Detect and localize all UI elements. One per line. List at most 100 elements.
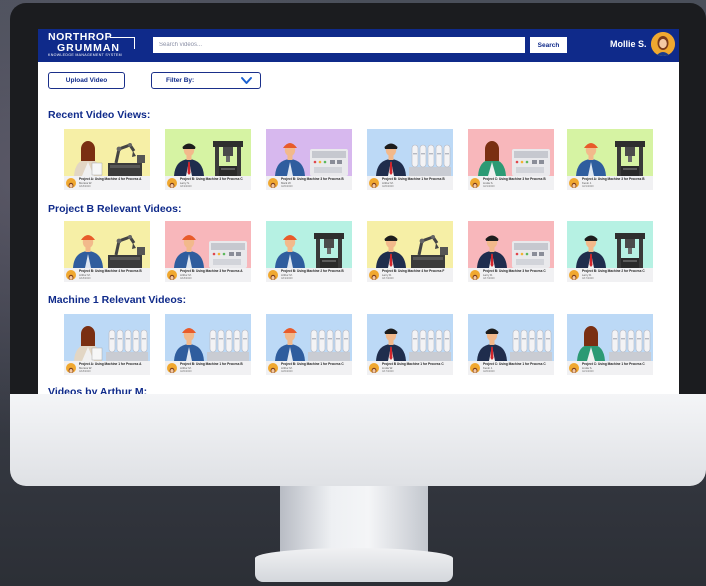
- video-meta: Project B: Using Machine 1 for Process C…: [266, 361, 352, 375]
- section-title-project-b: Project B Relevant Videos:: [48, 203, 182, 215]
- video-date: 4/19/2020: [180, 184, 192, 188]
- video-thumbnail[interactable]: [64, 221, 150, 268]
- video-thumbnail[interactable]: [567, 129, 653, 176]
- video-meta: Project C: Using Machine 1 for Process C…: [468, 361, 554, 375]
- logo-line-mark: [110, 37, 135, 49]
- video-meta: Project B: Using Machine 3 for Process A…: [165, 268, 251, 282]
- video-card[interactable]: Project B: Using Machine 2 for Process B…: [266, 221, 352, 291]
- author-avatar: [268, 178, 278, 188]
- video-card[interactable]: Project A: Using Machine 1 for Process A…: [64, 314, 150, 384]
- author-avatar: [268, 363, 278, 373]
- video-meta: Project B: Using Machine 3 for Process B…: [266, 176, 352, 190]
- video-thumbnail-illustration: [165, 314, 251, 361]
- video-thumbnail[interactable]: [468, 129, 554, 176]
- author-avatar: [167, 363, 177, 373]
- logo-subtitle: KNOWLEDGE MANAGEMENT SYSTEM: [48, 53, 122, 57]
- video-thumbnail[interactable]: [367, 314, 453, 361]
- video-card[interactable]: Project B: Using Machine 4 for Process B…: [64, 221, 150, 291]
- video-meta: Project B: Using Machine 3 for Process C…: [468, 268, 554, 282]
- video-thumbnail-illustration: [468, 221, 554, 268]
- filter-dropdown[interactable]: Filter By:: [151, 72, 261, 89]
- video-thumbnail-illustration: [266, 221, 352, 268]
- video-thumbnail[interactable]: [266, 129, 352, 176]
- video-meta: Project B: Using Machine 1 for Process B…: [367, 176, 453, 190]
- video-meta: Project C: Using Machine 3 for Process B…: [468, 176, 554, 190]
- video-date: 4/17/2020: [382, 369, 394, 373]
- video-thumbnail-illustration: [367, 221, 453, 268]
- video-card[interactable]: Project A: Using Machine 4 for Process A…: [64, 129, 150, 199]
- video-date: 4/17/2020: [582, 276, 594, 280]
- video-date: 4/20/2020: [180, 369, 192, 373]
- video-thumbnail-illustration: [266, 129, 352, 176]
- video-date: 4/20/2020: [382, 184, 394, 188]
- author-avatar: [470, 363, 480, 373]
- user-name[interactable]: Mollie S.: [610, 39, 647, 49]
- video-meta: Project B: Using Machine 4 for Process F…: [367, 268, 453, 282]
- monitor-chin: [10, 394, 706, 486]
- video-date: 4/21/2020: [582, 369, 594, 373]
- video-card[interactable]: Project B: Using Machine 2 for Process C…: [567, 221, 653, 291]
- video-card[interactable]: Project B: Using Machine 3 for Process C…: [468, 221, 554, 291]
- video-thumbnail[interactable]: [165, 221, 251, 268]
- video-card[interactable]: Project B Using Machine 1 for Process CL…: [367, 314, 453, 384]
- video-thumbnail[interactable]: [367, 129, 453, 176]
- video-thumbnail[interactable]: [468, 314, 554, 361]
- video-thumbnail[interactable]: [64, 129, 150, 176]
- video-thumbnail[interactable]: [567, 221, 653, 268]
- author-avatar: [569, 178, 579, 188]
- author-avatar: [470, 178, 480, 188]
- video-meta: Project A: Using Machine 3 for Process B…: [567, 176, 653, 190]
- video-card[interactable]: Project A: Using Machine 3 for Process B…: [567, 129, 653, 199]
- app-screen: NORTHROP GRUMMAN KNOWLEDGE MANAGEMENT SY…: [38, 29, 679, 394]
- video-thumbnail[interactable]: [266, 314, 352, 361]
- video-thumbnail-illustration: [567, 221, 653, 268]
- video-thumbnail[interactable]: [367, 221, 453, 268]
- video-card[interactable]: Project C: Using Machine 1 for Process C…: [468, 314, 554, 384]
- search-input[interactable]: [153, 37, 525, 53]
- video-date: 4/18/2020: [79, 184, 91, 188]
- video-thumbnail-illustration: [567, 129, 653, 176]
- search-button[interactable]: Search: [530, 37, 567, 53]
- video-thumbnail[interactable]: [64, 314, 150, 361]
- video-card[interactable]: Project B: Using Machine 4 for Process F…: [367, 221, 453, 291]
- video-meta: Project B: Using Machine 1 for Process B…: [165, 361, 251, 375]
- video-thumbnail-illustration: [165, 129, 251, 176]
- video-meta: Project A: Using Machine 1 for Process A…: [64, 361, 150, 375]
- video-meta: Project B: Using Machine 4 for Process B…: [64, 268, 150, 282]
- video-card[interactable]: Project C: Using Machine 1 for Process C…: [567, 314, 653, 384]
- video-meta: Project B Using Machine 1 for Process CL…: [367, 361, 453, 375]
- monitor-stand-base: [255, 548, 453, 582]
- user-avatar[interactable]: [651, 32, 675, 56]
- video-thumbnail[interactable]: [567, 314, 653, 361]
- video-thumbnail-illustration: [468, 314, 554, 361]
- video-thumbnail-illustration: [64, 129, 150, 176]
- video-card[interactable]: Project B: Using Machine 3 for Process A…: [165, 221, 251, 291]
- video-meta: Project B: Using Machine 2 for Process B…: [266, 268, 352, 282]
- author-avatar: [268, 270, 278, 280]
- upload-video-button[interactable]: Upload Video: [48, 72, 125, 89]
- video-card[interactable]: Project B: Using Machine 1 for Process C…: [266, 314, 352, 384]
- video-card[interactable]: Project B: Using Machine 1 for Process B…: [367, 129, 453, 199]
- video-row-recent: Project A: Using Machine 4 for Process A…: [38, 129, 679, 199]
- video-meta: Project B: Using Machine 2 for Process C…: [567, 268, 653, 282]
- video-thumbnail-illustration: [64, 221, 150, 268]
- video-card[interactable]: Project B: Using Machine 3 for Process B…: [266, 129, 352, 199]
- video-thumbnail[interactable]: [468, 221, 554, 268]
- video-card[interactable]: Project C: Using Machine 3 for Process B…: [468, 129, 554, 199]
- author-avatar: [569, 363, 579, 373]
- filter-label: Filter By:: [166, 77, 195, 84]
- top-header: NORTHROP GRUMMAN KNOWLEDGE MANAGEMENT SY…: [38, 29, 679, 62]
- monitor-stand-neck: [280, 486, 428, 556]
- video-thumbnail[interactable]: [165, 129, 251, 176]
- video-card[interactable]: Project B: Using Machine 3 for Process C…: [165, 129, 251, 199]
- author-avatar: [369, 270, 379, 280]
- company-logo[interactable]: NORTHROP GRUMMAN KNOWLEDGE MANAGEMENT SY…: [48, 32, 144, 59]
- video-thumbnail-illustration: [367, 129, 453, 176]
- video-meta: Project B: Using Machine 3 for Process C…: [165, 176, 251, 190]
- video-thumbnail[interactable]: [165, 314, 251, 361]
- author-avatar: [66, 363, 76, 373]
- author-avatar: [66, 178, 76, 188]
- video-card[interactable]: Project B: Using Machine 1 for Process B…: [165, 314, 251, 384]
- section-title-recent: Recent Video Views:: [48, 109, 151, 121]
- video-thumbnail[interactable]: [266, 221, 352, 268]
